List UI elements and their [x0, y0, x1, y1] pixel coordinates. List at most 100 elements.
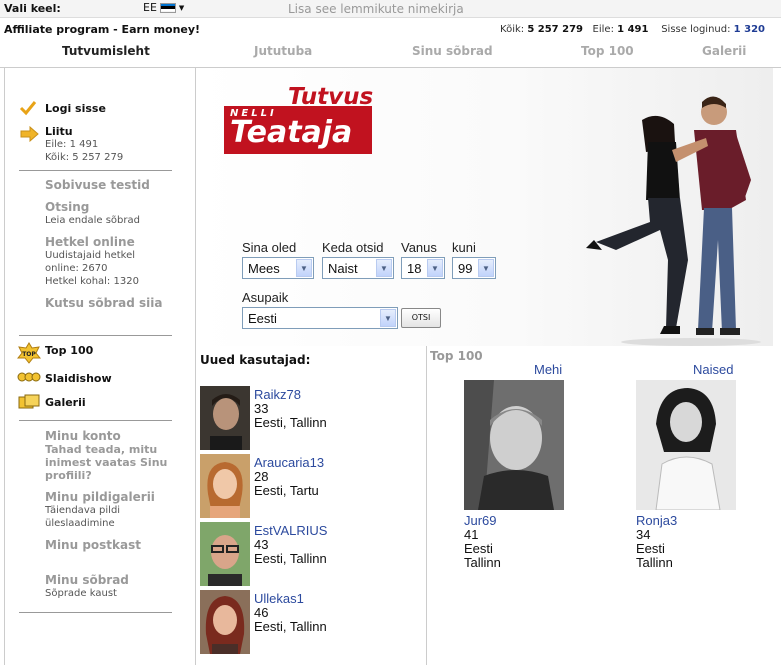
top100-section: Top 100 Mehi Jur69 41 Eesti Tallinn Nais…: [427, 346, 773, 665]
top-man-country: Eesti: [464, 541, 493, 556]
add-favorite-link[interactable]: Lisa see lemmikute nimekirja: [288, 2, 464, 16]
online-link[interactable]: Hetkel online Uudistajaid hetkel online:…: [45, 235, 139, 288]
site-logo[interactable]: Tutvus NELLI Teataja: [224, 84, 374, 159]
user-avatar[interactable]: [200, 454, 250, 518]
list-item: Ullekas1 46 Eesti, Tallinn: [200, 590, 420, 654]
tests-link[interactable]: Sobivuse testid: [45, 178, 150, 192]
language-selector[interactable]: EE ▼: [143, 1, 184, 14]
slideshow-label: Slaidishow: [45, 372, 112, 385]
login-label: Logi sisse: [45, 102, 106, 115]
chevron-down-icon: ▼: [376, 259, 392, 277]
top-man-photo[interactable]: [464, 380, 564, 510]
top100-label: Top 100: [45, 344, 94, 357]
search-link[interactable]: Otsing Leia endale sõbrad: [45, 200, 140, 227]
age-from-select[interactable]: 18 ▼: [401, 257, 445, 279]
user-name-link[interactable]: Araucaria13: [254, 455, 324, 470]
join-block[interactable]: Liitu Eile: 1 491 Kõik: 5 257 279: [45, 125, 123, 164]
top-woman-name-link[interactable]: Ronja3: [636, 514, 677, 528]
online-sub-3: Hetkel kohal: 1320: [45, 276, 139, 287]
user-age: 46: [254, 605, 269, 620]
my-friends-link[interactable]: Minu sõbrad Sõprade kaust: [45, 573, 129, 600]
my-gallery-sub-1: Täiendava pildi: [45, 505, 121, 516]
stats-logged-value: 1 320: [733, 24, 765, 35]
nav-tab-friends[interactable]: Sinu sõbrad: [412, 44, 493, 58]
online-label: Hetkel online: [45, 235, 135, 249]
divider: [19, 612, 172, 613]
user-age: 43: [254, 537, 269, 552]
gallery-link[interactable]: Galerii: [45, 396, 86, 409]
user-location: Eesti, Tallinn: [254, 551, 327, 566]
location-label: Asupaik: [242, 290, 289, 305]
user-age: 33: [254, 401, 269, 416]
online-sub-1: Uudistajaid hetkel: [45, 250, 136, 261]
new-users-title: Uued kasutajad:: [200, 353, 311, 367]
top-woman-age: 34: [636, 527, 651, 542]
couple-photo: [586, 96, 761, 346]
slideshow-icon: [17, 372, 41, 382]
estonian-flag-icon: [159, 2, 176, 13]
user-avatar[interactable]: [200, 522, 250, 586]
logo-box: NELLI Teataja: [224, 106, 372, 154]
age-to-label: kuni: [452, 240, 476, 255]
language-label: Vali keel:: [4, 2, 61, 15]
gallery-icon: [18, 394, 40, 409]
user-name-link[interactable]: Ullekas1: [254, 591, 304, 606]
top-woman-info: Ronja3 34 Eesti Tallinn: [636, 514, 677, 570]
list-item: Araucaria13 28 Eesti, Tartu: [200, 454, 420, 518]
account-link[interactable]: Minu konto Tahad teada, mitu inimest vaa…: [45, 429, 167, 482]
arrow-right-icon: [20, 126, 39, 142]
my-gallery-link[interactable]: Minu pildigalerii Täiendava pildi ülesla…: [45, 490, 155, 530]
top-bar: Vali keel: EE ▼ Lisa see lemmikute nimek…: [0, 0, 781, 18]
nav-tab-chat[interactable]: Jututuba: [254, 44, 312, 58]
affiliate-link[interactable]: Affiliate program - Earn money!: [4, 23, 200, 36]
stats-total-value: 5 257 279: [527, 24, 583, 35]
new-users-section: Uued kasutajad: Raikz78 33 Eesti, Tallin…: [196, 346, 427, 665]
top100-link[interactable]: Top 100: [45, 344, 93, 357]
top-man-age: 41: [464, 527, 479, 542]
checkmark-icon: [19, 101, 37, 116]
invite-link[interactable]: Kutsu sõbrad siia: [45, 296, 162, 310]
location-select[interactable]: Eesti ▼: [242, 307, 398, 329]
join-total: Kõik: 5 257 279: [45, 152, 124, 163]
join-label: Liitu: [45, 125, 73, 138]
seeking-select[interactable]: Naist ▼: [322, 257, 394, 279]
login-link[interactable]: Logi sisse: [45, 102, 106, 115]
nav-tab-gallery[interactable]: Galerii: [702, 44, 746, 58]
account-sub-1: Tahad teada, mitu: [45, 443, 158, 456]
nav-tab-home[interactable]: Tutvumisleht: [62, 44, 150, 58]
my-friends-sub: Sõprade kaust: [45, 588, 117, 599]
search-button[interactable]: OTSI: [401, 308, 441, 328]
search-label: Otsing: [45, 200, 90, 214]
slideshow-link[interactable]: Slaidishow: [45, 372, 112, 385]
mailbox-link[interactable]: Minu postkast: [45, 538, 141, 552]
age-from-value: 18: [407, 261, 422, 276]
my-friends-label: Minu sõbrad: [45, 573, 129, 587]
user-location: Eesti, Tallinn: [254, 619, 327, 634]
women-heading: Naised: [693, 362, 734, 377]
top-man-name-link[interactable]: Jur69: [464, 514, 501, 528]
gender-value: Mees: [248, 261, 280, 276]
my-gallery-label: Minu pildigalerii: [45, 490, 155, 504]
stats-total-label: Kõik:: [500, 24, 525, 35]
user-name-link[interactable]: Raikz78: [254, 387, 301, 402]
tests-label: Sobivuse testid: [45, 178, 150, 192]
top-woman-photo[interactable]: [636, 380, 736, 510]
user-name-link[interactable]: EstVALRIUS: [254, 523, 327, 538]
nav-tab-top100[interactable]: Top 100: [581, 44, 634, 58]
age-to-select[interactable]: 99 ▼: [452, 257, 496, 279]
site-stats: Kõik: 5 257 279 Eile: 1 491 Sisse loginu…: [500, 24, 765, 35]
sidebar: Logi sisse Liitu Eile: 1 491 Kõik: 5 257…: [4, 68, 196, 665]
dropdown-arrow-icon: ▼: [178, 3, 185, 12]
age-to-value: 99: [458, 261, 473, 276]
seeking-value: Naist: [328, 261, 358, 276]
user-age: 28: [254, 469, 269, 484]
search-sub: Leia endale sõbrad: [45, 215, 140, 226]
user-location: Eesti, Tartu: [254, 483, 319, 498]
list-item: EstVALRIUS 43 Eesti, Tallinn: [200, 522, 420, 586]
gender-select[interactable]: Mees ▼: [242, 257, 314, 279]
men-heading: Mehi: [534, 362, 563, 377]
location-value: Eesti: [248, 311, 277, 326]
user-avatar[interactable]: [200, 386, 250, 450]
user-avatar[interactable]: [200, 590, 250, 654]
list-item: Raikz78 33 Eesti, Tallinn: [200, 386, 420, 450]
